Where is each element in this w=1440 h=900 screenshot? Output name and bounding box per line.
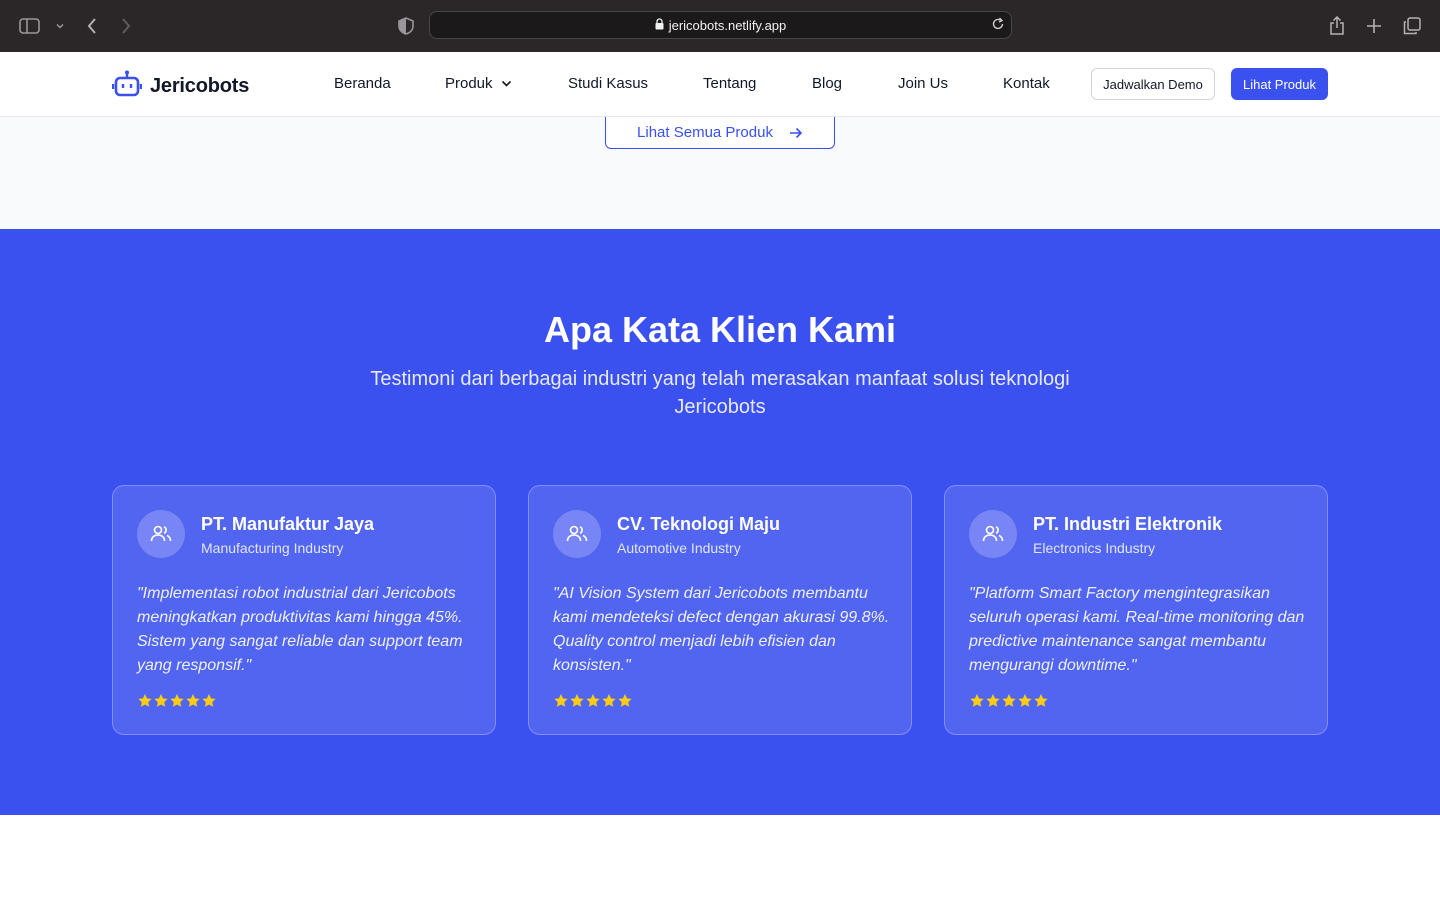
- testimonial-card: PT. Manufaktur Jaya Manufacturing Indust…: [112, 485, 496, 735]
- nav-kontak[interactable]: Kontak: [1003, 75, 1050, 92]
- users-icon: [553, 510, 601, 558]
- logo-text: Jericobots: [150, 75, 250, 97]
- star-icon: [1018, 694, 1032, 707]
- nav-join-us[interactable]: Join Us: [898, 75, 948, 92]
- industry-label: Automotive Industry: [617, 540, 741, 556]
- tab-overview-icon[interactable]: [1400, 14, 1424, 38]
- testimonial-quote: "Platform Smart Factory mengintegrasikan…: [969, 585, 1305, 674]
- star-icon: [570, 694, 584, 707]
- star-rating: [553, 693, 633, 709]
- forward-icon[interactable]: [114, 14, 138, 38]
- testimonials-subtitle: Testimoni dari berbagai industri yang te…: [370, 368, 1070, 418]
- new-tab-icon[interactable]: [1362, 14, 1386, 38]
- star-icon: [1002, 694, 1016, 707]
- star-icon: [602, 694, 616, 707]
- testimonial-quote: "Implementasi robot industrial dari Jeri…: [137, 585, 463, 674]
- nav-produk[interactable]: Produk: [445, 75, 512, 92]
- testimonials-title: Apa Kata Klien Kami: [543, 309, 897, 350]
- star-icon: [554, 694, 568, 707]
- company-name: CV. Teknologi Maju: [617, 514, 781, 534]
- star-icon: [986, 694, 1000, 707]
- nav-produk-label: Produk: [445, 75, 493, 92]
- nav-beranda[interactable]: Beranda: [334, 75, 391, 92]
- schedule-demo-button[interactable]: Jadwalkan Demo: [1091, 68, 1215, 100]
- testimonial-card: CV. Teknologi Maju Automotive Industry "…: [528, 485, 912, 735]
- company-name: PT. Industri Elektronik: [1033, 514, 1223, 534]
- chevron-down-icon: [501, 80, 512, 88]
- users-icon: [969, 510, 1017, 558]
- star-icon: [186, 694, 200, 707]
- share-icon[interactable]: [1325, 14, 1349, 38]
- users-icon: [137, 510, 185, 558]
- see-all-products-button[interactable]: Lihat Semua Produk: [605, 117, 835, 149]
- star-icon: [586, 694, 600, 707]
- star-rating: [969, 693, 1049, 709]
- back-icon[interactable]: [80, 14, 104, 38]
- reload-icon[interactable]: [991, 17, 1005, 34]
- site-header: Jericobots Beranda Produk Studi Kasus Te…: [0, 52, 1440, 117]
- lock-icon: [655, 17, 664, 33]
- browser-toolbar: jericobots.netlify.app: [0, 0, 1440, 52]
- star-rating: [137, 693, 217, 709]
- view-products-button[interactable]: Lihat Produk: [1231, 68, 1328, 100]
- industry-label: Electronics Industry: [1033, 540, 1156, 556]
- next-section: [0, 815, 1440, 900]
- see-all-products-label: Lihat Semua Produk: [637, 124, 773, 141]
- industry-label: Manufacturing Industry: [201, 540, 344, 556]
- star-icon: [1034, 694, 1048, 707]
- testimonial-quote: "AI Vision System dari Jericobots memban…: [553, 585, 890, 674]
- privacy-shield-icon[interactable]: [394, 14, 418, 38]
- company-name: PT. Manufaktur Jaya: [201, 514, 375, 534]
- star-icon: [618, 694, 632, 707]
- address-bar[interactable]: jericobots.netlify.app: [429, 11, 1012, 39]
- star-icon: [970, 694, 984, 707]
- testimonials-section: Apa Kata Klien Kami Testimoni dari berba…: [0, 229, 1440, 815]
- star-icon: [202, 694, 216, 707]
- chevron-down-icon[interactable]: [48, 14, 72, 38]
- testimonial-card: PT. Industri Elektronik Electronics Indu…: [944, 485, 1328, 735]
- robot-icon: [111, 70, 143, 103]
- nav-blog[interactable]: Blog: [812, 75, 842, 92]
- products-section-bottom: Lihat Semua Produk: [0, 117, 1440, 229]
- star-icon: [170, 694, 184, 707]
- star-icon: [154, 694, 168, 707]
- sidebar-toggle-icon[interactable]: [18, 14, 42, 38]
- url-text: jericobots.netlify.app: [668, 17, 787, 33]
- arrow-right-icon: [789, 127, 803, 139]
- nav-tentang[interactable]: Tentang: [703, 75, 756, 92]
- nav-studi-kasus[interactable]: Studi Kasus: [568, 75, 648, 92]
- star-icon: [138, 694, 152, 707]
- logo[interactable]: Jericobots: [111, 70, 250, 103]
